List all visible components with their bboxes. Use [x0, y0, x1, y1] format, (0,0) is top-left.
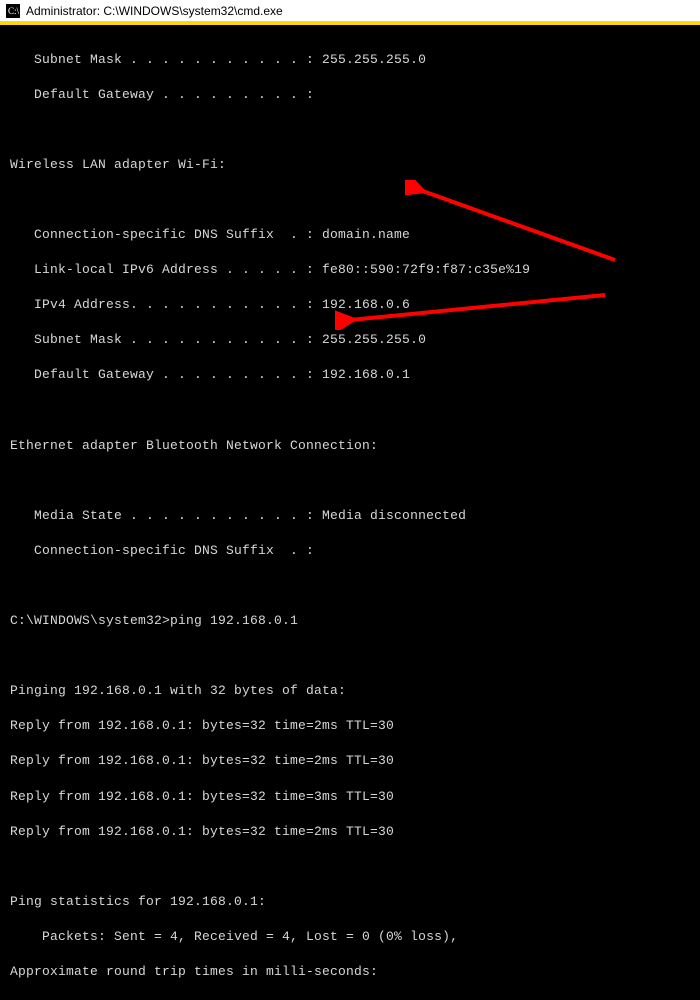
- output-line: Ethernet adapter Bluetooth Network Conne…: [10, 437, 690, 455]
- window-title: Administrator: C:\WINDOWS\system32\cmd.e…: [26, 4, 283, 18]
- output-line: Minimum = 2ms, Maximum = 3ms, Average = …: [10, 998, 690, 1000]
- output-line: Reply from 192.168.0.1: bytes=32 time=2m…: [10, 823, 690, 841]
- output-line: Reply from 192.168.0.1: bytes=32 time=2m…: [10, 752, 690, 770]
- output-line: IPv4 Address. . . . . . . . . . . : 192.…: [10, 296, 690, 314]
- output-line: Default Gateway . . . . . . . . . :: [10, 86, 690, 104]
- window-titlebar: C:\ Administrator: C:\WINDOWS\system32\c…: [0, 0, 700, 22]
- svg-text:C:\: C:\: [8, 6, 20, 16]
- output-line: Media State . . . . . . . . . . . : Medi…: [10, 507, 690, 525]
- output-line: [10, 858, 690, 876]
- output-line: [10, 401, 690, 419]
- output-line: Reply from 192.168.0.1: bytes=32 time=3m…: [10, 788, 690, 806]
- output-line: [10, 647, 690, 665]
- output-line: Connection-specific DNS Suffix . :: [10, 542, 690, 560]
- output-line: Subnet Mask . . . . . . . . . . . : 255.…: [10, 51, 690, 69]
- output-line: Pinging 192.168.0.1 with 32 bytes of dat…: [10, 682, 690, 700]
- output-line: Link-local IPv6 Address . . . . . : fe80…: [10, 261, 690, 279]
- cmd-icon: C:\: [6, 4, 20, 18]
- output-line: [10, 472, 690, 490]
- output-line: Approximate round trip times in milli-se…: [10, 963, 690, 981]
- prompt-line: C:\WINDOWS\system32>ping 192.168.0.1: [10, 612, 690, 630]
- output-line: Default Gateway . . . . . . . . . : 192.…: [10, 366, 690, 384]
- output-line: Reply from 192.168.0.1: bytes=32 time=2m…: [10, 717, 690, 735]
- output-line: [10, 577, 690, 595]
- output-line: Wireless LAN adapter Wi-Fi:: [10, 156, 690, 174]
- output-line: Subnet Mask . . . . . . . . . . . : 255.…: [10, 331, 690, 349]
- output-line: Connection-specific DNS Suffix . : domai…: [10, 226, 690, 244]
- output-line: [10, 191, 690, 209]
- output-line: Ping statistics for 192.168.0.1:: [10, 893, 690, 911]
- terminal-output[interactable]: Subnet Mask . . . . . . . . . . . : 255.…: [0, 25, 700, 1000]
- output-line: [10, 121, 690, 139]
- output-line: Packets: Sent = 4, Received = 4, Lost = …: [10, 928, 690, 946]
